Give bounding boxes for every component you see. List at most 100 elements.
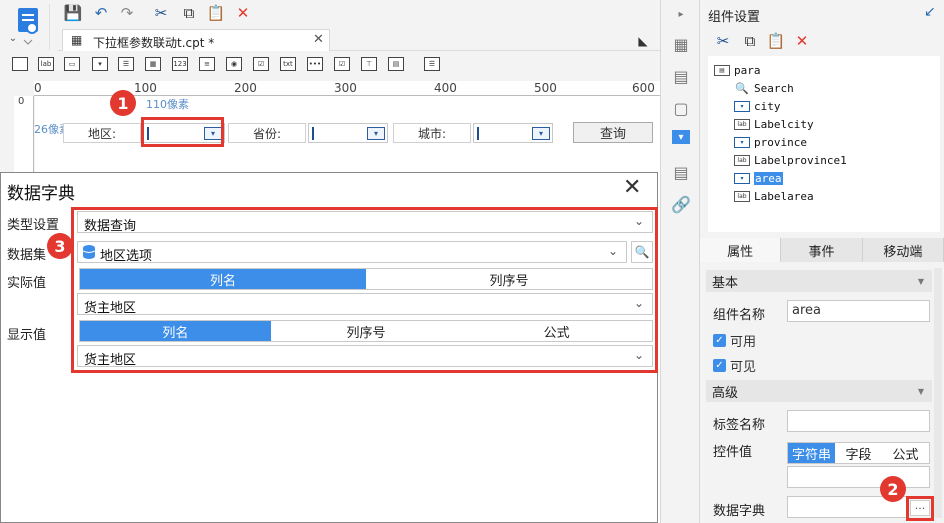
collapse-arrow-icon[interactable]: ▸: [671, 4, 691, 24]
widget-label-icon[interactable]: lab: [38, 57, 54, 71]
widget-name-label: 组件名称: [713, 308, 766, 323]
tag-name-input[interactable]: [787, 410, 930, 432]
tab-mobile[interactable]: 移动端: [862, 238, 944, 262]
actual-value-label: 实际值: [7, 276, 47, 291]
link-icon[interactable]: 🔗: [671, 194, 691, 214]
ruler-tick: 400: [434, 81, 457, 95]
tree-node-city[interactable]: ▾ city: [734, 98, 781, 114]
data-dictionary-dialog: 数据字典 ✕ 类型设置 数据查询 ⌄ 数据集 地区选项 ⌄ 🔍 实际值 列名 列…: [0, 172, 658, 523]
tree-node-para[interactable]: ▤ para: [714, 62, 761, 78]
tree-node-labelprovince1[interactable]: lab Labelprovince1: [734, 152, 847, 168]
section-advanced-label: 高级: [712, 385, 739, 401]
redo-icon[interactable]: ↷: [118, 4, 136, 22]
frame-icon[interactable]: ▢: [671, 98, 691, 118]
cell-attr-icon[interactable]: ▤: [671, 66, 691, 86]
step-badge-3: 3: [47, 233, 73, 259]
label-province[interactable]: 省份:: [228, 123, 306, 143]
tree-node-province[interactable]: ▾ province: [734, 134, 807, 150]
close-icon[interactable]: ✕: [623, 177, 645, 200]
minimize-arrow-icon[interactable]: ↙: [924, 4, 936, 20]
widget-combo-icon[interactable]: ▾: [92, 57, 108, 71]
file-tab[interactable]: ▦ 下拉框参数联动t.cpt * ✕: [62, 29, 330, 51]
widget-value-mode-tabs: 字符串 字段 公式: [787, 442, 930, 464]
combo-icon: ▾: [734, 136, 750, 148]
dropdown-icon: ▾: [367, 127, 385, 140]
widget-date-icon[interactable]: ▦: [145, 57, 161, 71]
step-badge-2: 2: [880, 476, 906, 502]
delete-icon[interactable]: ✕: [234, 4, 252, 22]
type-label: 类型设置: [7, 218, 60, 233]
section-advanced[interactable]: 高级 ▼: [706, 380, 932, 402]
save-icon[interactable]: 💾: [64, 4, 83, 22]
panel-title: 组件设置: [708, 10, 761, 25]
widget-number-icon[interactable]: 123: [172, 57, 188, 71]
file-tab-label: 下拉框参数联动t.cpt *: [93, 36, 215, 50]
label-icon: lab: [734, 118, 750, 130]
section-basic-label: 基本: [712, 275, 739, 291]
tree-node-area[interactable]: ▾ area: [734, 170, 783, 186]
tree-node-search[interactable]: 🔍 Search: [734, 80, 794, 96]
widget-tree-icon[interactable]: ⊤: [361, 57, 377, 71]
paste-icon[interactable]: 📋: [767, 32, 786, 50]
widget-radio-icon[interactable]: ◉: [226, 57, 242, 71]
delete-icon[interactable]: ✕: [793, 32, 811, 50]
tag-name-label: 标签名称: [713, 418, 766, 433]
tab-properties[interactable]: 属性: [700, 238, 782, 262]
widget-password-icon[interactable]: •••: [307, 57, 323, 71]
section-basic[interactable]: 基本 ▼: [706, 270, 932, 292]
vertical-ruler: 0: [14, 96, 34, 172]
expand-icon[interactable]: ◣: [634, 32, 652, 50]
widget-name-input[interactable]: area: [787, 300, 930, 322]
chevron-down-icon[interactable]: ⌄: [4, 30, 22, 48]
widget-multicombo-icon[interactable]: ☰: [118, 57, 134, 71]
tree-node-labelarea[interactable]: lab Labelarea: [734, 188, 814, 204]
close-tab-icon[interactable]: ✕: [313, 32, 324, 47]
widget-button-icon[interactable]: ▭: [64, 57, 80, 71]
undo-icon[interactable]: ↶: [92, 4, 110, 22]
enabled-checkbox[interactable]: ✓ 可用: [713, 331, 756, 350]
copy-icon[interactable]: ⧉: [741, 32, 759, 50]
city-combo[interactable]: ▾: [473, 123, 553, 143]
ruler-tick: 0: [18, 96, 25, 107]
value-tab-field[interactable]: 字段: [835, 443, 882, 463]
display-value-label: 显示值: [7, 328, 47, 343]
chevron-down-icon: ▼: [917, 386, 924, 396]
value-tab-string[interactable]: 字符串: [788, 443, 835, 463]
tab-events[interactable]: 事件: [781, 238, 863, 262]
copy-icon[interactable]: ⧉: [180, 4, 198, 22]
widget-textbox-icon[interactable]: [12, 57, 28, 71]
visible-checkbox[interactable]: ✓ 可见: [713, 356, 756, 375]
step-badge-1: 1: [110, 90, 136, 116]
form-icon: ▤: [714, 64, 730, 76]
ruler-tick: 100: [134, 81, 157, 95]
query-button[interactable]: 查询: [573, 122, 653, 143]
value-tab-formula[interactable]: 公式: [882, 443, 929, 463]
ruler-tick: 200: [234, 81, 257, 95]
cut-icon[interactable]: ✂: [152, 4, 170, 22]
label-city[interactable]: 城市:: [393, 123, 471, 143]
panel-scrollbar[interactable]: [934, 268, 942, 518]
ruler-tick: 600: [632, 81, 655, 95]
widget-textarea-icon[interactable]: ≡: [199, 57, 215, 71]
condition-icon[interactable]: ▤: [671, 162, 691, 182]
province-combo[interactable]: ▾: [308, 123, 388, 143]
layout-grid-icon[interactable]: ▦: [671, 34, 691, 54]
check-icon: ✓: [713, 359, 726, 372]
widget-textfield-icon[interactable]: txt: [280, 57, 296, 71]
widget-settings-icon[interactable]: ▾: [672, 130, 690, 144]
highlight-box-dict-button: [906, 496, 934, 521]
paste-icon[interactable]: 📋: [207, 4, 226, 22]
label-area[interactable]: 地区:: [63, 123, 141, 143]
widget-checkgroup-icon[interactable]: ☑: [334, 57, 350, 71]
widget-list-icon[interactable]: ☰: [424, 57, 440, 71]
dropdown-icon: ▾: [532, 127, 550, 140]
widget-value-input[interactable]: [787, 466, 930, 488]
search-icon: 🔍: [734, 81, 750, 95]
label-icon: lab: [734, 190, 750, 202]
tree-node-labelcity[interactable]: lab Labelcity: [734, 116, 814, 132]
ruler-tick: 500: [534, 81, 557, 95]
cut-icon[interactable]: ✂: [714, 32, 732, 50]
widget-table-icon[interactable]: ▤: [388, 57, 404, 71]
widget-checkbox-icon[interactable]: ☑: [253, 57, 269, 71]
label-icon: lab: [734, 154, 750, 166]
